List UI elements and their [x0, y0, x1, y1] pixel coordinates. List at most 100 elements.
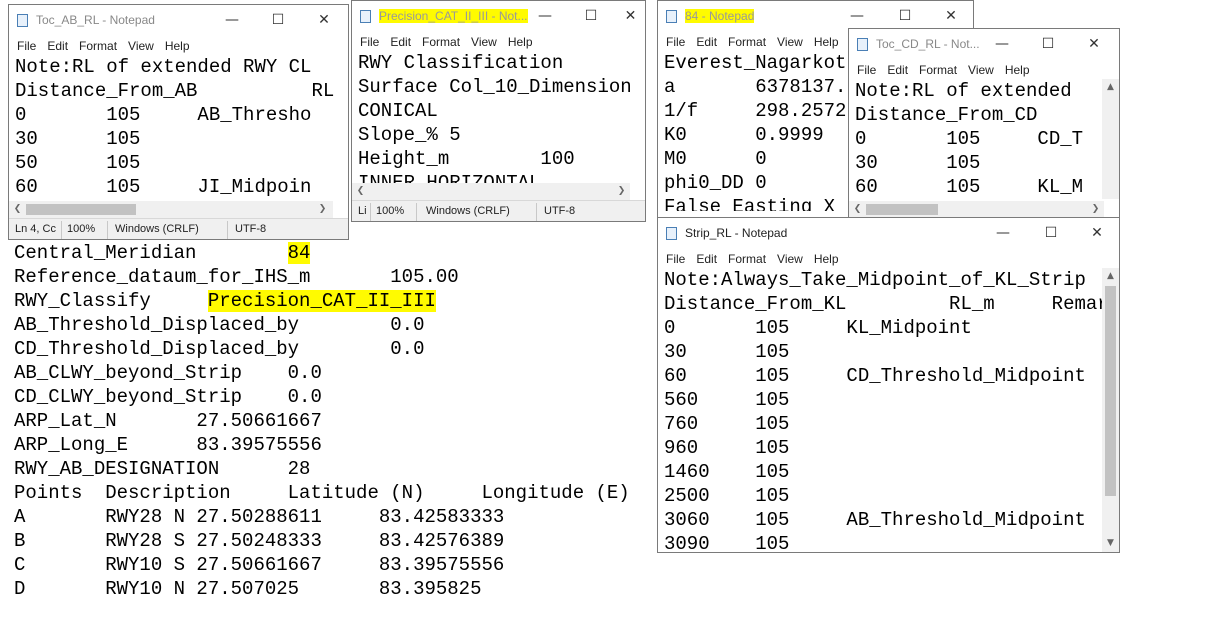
- document-line: RWY_AB_DESIGNATION 28: [14, 458, 311, 480]
- document-line: AB_Threshold_Displaced_by 0.0: [14, 314, 425, 336]
- notepad-icon: [666, 227, 677, 240]
- menu-file[interactable]: File: [360, 32, 379, 52]
- document-line: D RWY10 N 27.507025 83.395825: [14, 578, 482, 600]
- status-position: Li: [358, 205, 367, 217]
- maximize-icon[interactable]: ☐: [568, 1, 614, 31]
- menu-view[interactable]: View: [128, 36, 154, 56]
- menu-help[interactable]: Help: [814, 32, 839, 52]
- text-line: 60 105 CD_Threshold_Midpoint: [664, 365, 1086, 387]
- text-line: 0 105 KL_Midpoint: [664, 317, 972, 339]
- text-line: 50 105: [15, 152, 141, 174]
- minimize-icon[interactable]: —: [979, 29, 1025, 59]
- vertical-scrollbar[interactable]: ▲: [1102, 79, 1119, 199]
- scroll-left-icon[interactable]: ❮: [9, 201, 26, 218]
- menu-edit[interactable]: Edit: [390, 32, 411, 52]
- close-icon[interactable]: ✕: [1074, 218, 1119, 248]
- minimize-icon[interactable]: —: [522, 1, 568, 31]
- menu-edit[interactable]: Edit: [887, 60, 908, 80]
- document-line: Points Description Latitude (N) Longitud…: [14, 482, 630, 504]
- menu-help[interactable]: Help: [165, 36, 190, 56]
- menu-format[interactable]: Format: [728, 249, 766, 269]
- scroll-right-icon[interactable]: ❯: [1087, 201, 1104, 217]
- menu-file[interactable]: File: [857, 60, 876, 80]
- menu-format[interactable]: Format: [919, 60, 957, 80]
- document-line: RWY_Classify Precision_CAT_II_III: [14, 290, 436, 312]
- text-area[interactable]: RWY Classification Surface Col_10_Dimensi…: [352, 51, 645, 183]
- menu-edit[interactable]: Edit: [696, 249, 717, 269]
- text-line: Surface Col_10_Dimension: [358, 76, 632, 98]
- menu-help[interactable]: Help: [814, 249, 839, 269]
- background-document: Central_Meridian 84 Reference_dataum_for_…: [8, 241, 630, 601]
- horizontal-scrollbar[interactable]: ❮ ❯: [849, 201, 1104, 217]
- title-bar[interactable]: Toc_AB_RL - Notepad — ☐ ✕: [9, 5, 348, 35]
- text-line: Height_m 100: [358, 148, 575, 170]
- text-area[interactable]: Note:RL of extended RWY CL Distance_From_…: [9, 55, 348, 201]
- document-line: CD_Threshold_Displaced_by 0.0: [14, 338, 425, 360]
- close-icon[interactable]: ✕: [301, 5, 347, 35]
- scroll-thumb[interactable]: [866, 204, 938, 215]
- text-area[interactable]: Note:RL of extended Distance_From_CD 0 105…: [849, 79, 1102, 199]
- menu-view[interactable]: View: [777, 249, 803, 269]
- scroll-left-icon[interactable]: ❮: [352, 183, 369, 200]
- scroll-up-icon[interactable]: ▲: [1102, 268, 1119, 285]
- maximize-icon[interactable]: ☐: [882, 1, 928, 31]
- menu-edit[interactable]: Edit: [696, 32, 717, 52]
- scroll-down-icon[interactable]: ▼: [1102, 535, 1119, 552]
- maximize-icon[interactable]: ☐: [1028, 218, 1074, 248]
- text-line: Note:Always_Take_Midpoint_of_KL_Strip: [664, 269, 1086, 291]
- minimize-icon[interactable]: —: [980, 218, 1026, 248]
- notepad-window-toc-cd-rl[interactable]: Toc_CD_RL - Not... — ☐ ✕ File Edit Format V…: [848, 28, 1120, 218]
- menu-bar: File Edit Format View Help: [849, 59, 1119, 79]
- title-bar[interactable]: Strip_RL - Notepad — ☐ ✕: [658, 218, 1119, 248]
- menu-format[interactable]: Format: [728, 32, 766, 52]
- scroll-up-icon[interactable]: ▲: [1102, 79, 1119, 96]
- maximize-icon[interactable]: ☐: [1025, 29, 1071, 59]
- maximize-icon[interactable]: ☐: [255, 5, 301, 35]
- scroll-right-icon[interactable]: ❯: [314, 201, 331, 218]
- title-bar[interactable]: Toc_CD_RL - Not... — ☐ ✕: [849, 29, 1119, 59]
- text-line: 2500 105: [664, 485, 790, 507]
- minimize-icon[interactable]: —: [209, 5, 255, 35]
- notepad-window-precision[interactable]: Precision_CAT_II_III - Not... — ☐ ✕ File…: [351, 0, 646, 222]
- horizontal-scrollbar[interactable]: ❮ ❯: [352, 183, 630, 200]
- status-bar: Ln 4, Cc 100% Windows (CRLF) UTF-8: [9, 218, 348, 239]
- close-icon[interactable]: ✕: [614, 1, 645, 31]
- status-eol: Windows (CRLF): [426, 205, 510, 217]
- vertical-scrollbar[interactable]: ▲ ▼: [1102, 268, 1119, 552]
- document-line: A RWY28 N 27.50288611 83.42583333: [14, 506, 505, 528]
- text-line: Distance_From_CD: [855, 104, 1038, 126]
- text-line: 60 105 KL_M: [855, 176, 1084, 198]
- title-bar[interactable]: 84 - Notepad — ☐ ✕: [658, 1, 973, 31]
- menu-view[interactable]: View: [471, 32, 497, 52]
- text-area[interactable]: Note:Always_Take_Midpoint_of_KL_Strip Dis…: [658, 268, 1102, 552]
- notepad-window-strip-rl[interactable]: Strip_RL - Notepad — ☐ ✕ File Edit Format V…: [657, 217, 1120, 553]
- menu-help[interactable]: Help: [1005, 60, 1030, 80]
- minimize-icon[interactable]: —: [834, 1, 880, 31]
- menu-edit[interactable]: Edit: [47, 36, 68, 56]
- status-encoding: UTF-8: [235, 223, 267, 235]
- scroll-thumb[interactable]: [26, 204, 136, 215]
- text-line: 560 105: [664, 389, 790, 411]
- menu-format[interactable]: Format: [79, 36, 117, 56]
- menu-view[interactable]: View: [777, 32, 803, 52]
- document-line: ARP_Long_E 83.39575556: [14, 434, 322, 456]
- menu-format[interactable]: Format: [422, 32, 460, 52]
- title-bar[interactable]: Precision_CAT_II_III - Not... — ☐ ✕: [352, 1, 645, 31]
- close-icon[interactable]: ✕: [928, 1, 973, 31]
- text-line: 0 105 AB_Thresho: [15, 104, 312, 126]
- notepad-window-toc-ab-rl[interactable]: Toc_AB_RL - Notepad — ☐ ✕ File Edit Format…: [8, 4, 349, 240]
- menu-view[interactable]: View: [968, 60, 994, 80]
- document-line: ARP_Lat_N 27.50661667: [14, 410, 322, 432]
- menu-file[interactable]: File: [666, 249, 685, 269]
- highlighted-text: 84: [287, 242, 311, 264]
- close-icon[interactable]: ✕: [1071, 29, 1117, 59]
- scroll-thumb[interactable]: [1105, 286, 1116, 496]
- scroll-left-icon[interactable]: ❮: [849, 201, 866, 217]
- menu-file[interactable]: File: [666, 32, 685, 52]
- menu-help[interactable]: Help: [508, 32, 533, 52]
- scroll-right-icon[interactable]: ❯: [613, 183, 630, 200]
- status-eol: Windows (CRLF): [115, 223, 199, 235]
- horizontal-scrollbar[interactable]: ❮ ❯: [9, 201, 333, 218]
- window-title: Toc_AB_RL - Notepad: [36, 13, 155, 27]
- menu-file[interactable]: File: [17, 36, 36, 56]
